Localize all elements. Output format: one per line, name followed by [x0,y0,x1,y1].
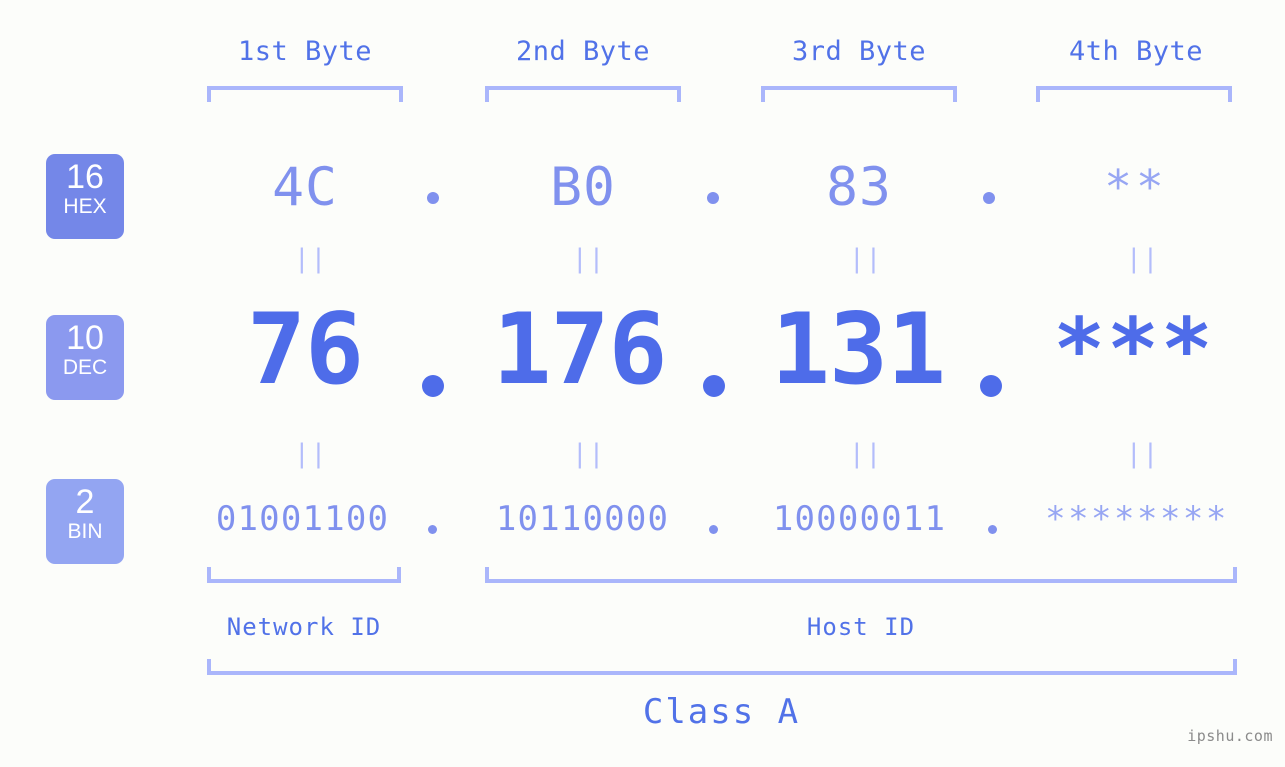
class-bracket [207,659,1237,675]
ip-breakdown-diagram: 1st Byte 2nd Byte 3rd Byte 4th Byte 16 H… [0,0,1285,767]
network-id-label: Network ID [226,613,382,641]
dec-separator-2 [703,375,725,397]
bin-separator-3 [988,525,997,534]
host-id-label: Host ID [806,613,916,641]
watermark: ipshu.com [1187,727,1273,745]
hex-separator-1 [427,192,439,204]
equals-mark-hex-dec-3: || [849,244,883,274]
hex-byte-3: 83 [826,157,892,218]
byte-header-3: 3rd Byte [791,36,927,67]
bin-separator-2 [709,525,718,534]
equals-mark-dec-bin-1: || [294,439,328,469]
base-badge-dec: 10 DEC [46,315,124,400]
hex-separator-3 [983,192,995,204]
bin-byte-3: 10000011 [772,499,947,539]
equals-mark-hex-dec-2: || [572,244,606,274]
dec-byte-4: *** [1053,300,1215,400]
byte-bracket-top-1 [207,86,403,102]
class-label: Class A [642,692,801,732]
byte-bracket-top-4 [1036,86,1232,102]
base-badge-hex-name: HEX [63,195,107,218]
base-badge-bin-number: 2 [75,483,95,521]
equals-mark-hex-dec-4: || [1126,244,1160,274]
base-badge-bin: 2 BIN [46,479,124,564]
dec-byte-3: 131 [770,293,946,407]
bin-byte-2: 10110000 [495,499,670,539]
base-badge-hex-number: 16 [66,158,104,196]
hex-byte-4: ** [1104,160,1168,214]
dec-byte-1: 76 [246,293,364,407]
byte-bracket-top-3 [761,86,957,102]
byte-header-1: 1st Byte [237,36,373,67]
hex-separator-2 [707,192,719,204]
byte-bracket-top-2 [485,86,681,102]
byte-header-2: 2nd Byte [515,36,651,67]
base-badge-dec-number: 10 [66,319,104,357]
equals-mark-dec-bin-2: || [572,439,606,469]
equals-mark-hex-dec-1: || [294,244,328,274]
base-badge-dec-name: DEC [62,356,108,379]
host-id-bracket [485,567,1237,583]
hex-byte-2: B0 [550,157,616,218]
dec-separator-3 [980,375,1002,397]
network-id-bracket [207,567,401,583]
bin-byte-4: ******** [1045,499,1229,539]
bin-byte-1: 01001100 [215,499,390,539]
base-badge-bin-name: BIN [67,520,103,543]
equals-mark-dec-bin-4: || [1126,439,1160,469]
hex-byte-1: 4C [272,157,338,218]
bin-separator-1 [428,525,437,534]
base-badge-hex: 16 HEX [46,154,124,239]
dec-byte-2: 176 [492,293,667,407]
byte-header-4: 4th Byte [1068,36,1204,67]
dec-separator-1 [422,375,444,397]
equals-mark-dec-bin-3: || [849,439,883,469]
